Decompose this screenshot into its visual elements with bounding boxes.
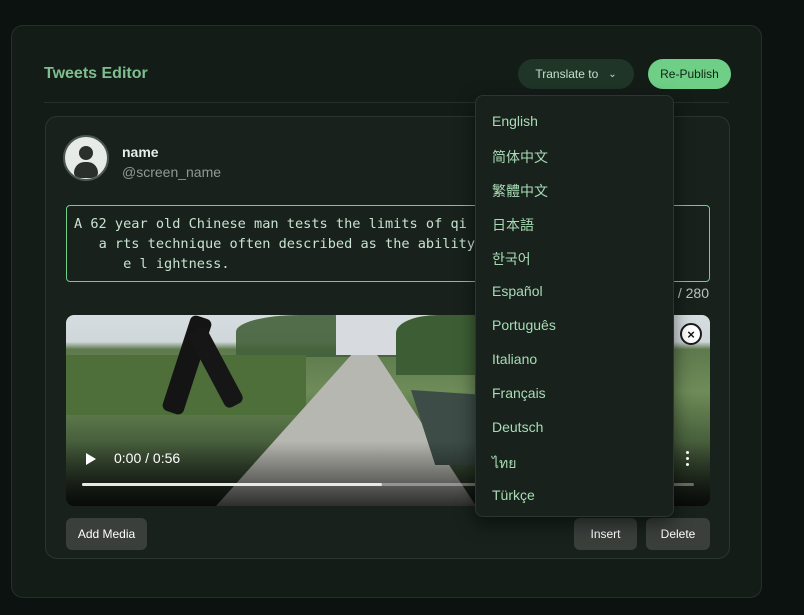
user-name: name xyxy=(122,144,159,160)
translate-language-menu: English 简体中文 繁體中文 日本語 한국어 Español Portug… xyxy=(475,95,674,517)
language-option-italian[interactable]: Italiano xyxy=(492,351,537,367)
language-option-japanese[interactable]: 日本語 xyxy=(492,215,534,235)
add-media-button[interactable]: Add Media xyxy=(66,518,147,550)
user-screen-name: @screen_name xyxy=(122,164,222,180)
language-option-traditional-chinese[interactable]: 繁體中文 xyxy=(492,181,548,201)
language-option-turkish[interactable]: Türkçe xyxy=(492,487,535,503)
avatar-head-shape xyxy=(79,146,93,160)
delete-button[interactable]: Delete xyxy=(646,518,710,550)
video-frame-building xyxy=(336,315,396,355)
video-progress-fill xyxy=(82,483,382,486)
language-option-simplified-chinese[interactable]: 简体中文 xyxy=(492,147,548,167)
language-option-korean[interactable]: 한국어 xyxy=(492,249,531,269)
avatar xyxy=(63,135,109,181)
play-icon[interactable] xyxy=(86,453,96,465)
editor-title: Tweets Editor xyxy=(44,65,148,82)
language-option-german[interactable]: Deutsch xyxy=(492,419,543,435)
chevron-down-icon: ⌄ xyxy=(608,68,617,80)
republish-button[interactable]: Re-Publish xyxy=(648,59,731,89)
language-option-thai[interactable]: ไทย xyxy=(492,453,516,475)
video-time: 0:00 / 0:56 xyxy=(114,450,181,466)
language-option-english[interactable]: English xyxy=(492,113,538,129)
close-icon[interactable]: × xyxy=(680,323,702,345)
more-options-icon[interactable] xyxy=(686,451,690,469)
translate-dropdown-button[interactable]: Translate to ⌄ xyxy=(518,59,634,89)
avatar-body-shape xyxy=(74,162,98,178)
language-option-spanish[interactable]: Español xyxy=(492,283,543,299)
char-counter: / 280 xyxy=(677,285,709,301)
translate-label: Translate to xyxy=(535,67,599,81)
language-option-french[interactable]: Français xyxy=(492,385,546,401)
language-option-portuguese[interactable]: Português xyxy=(492,317,556,333)
insert-button[interactable]: Insert xyxy=(574,518,637,550)
